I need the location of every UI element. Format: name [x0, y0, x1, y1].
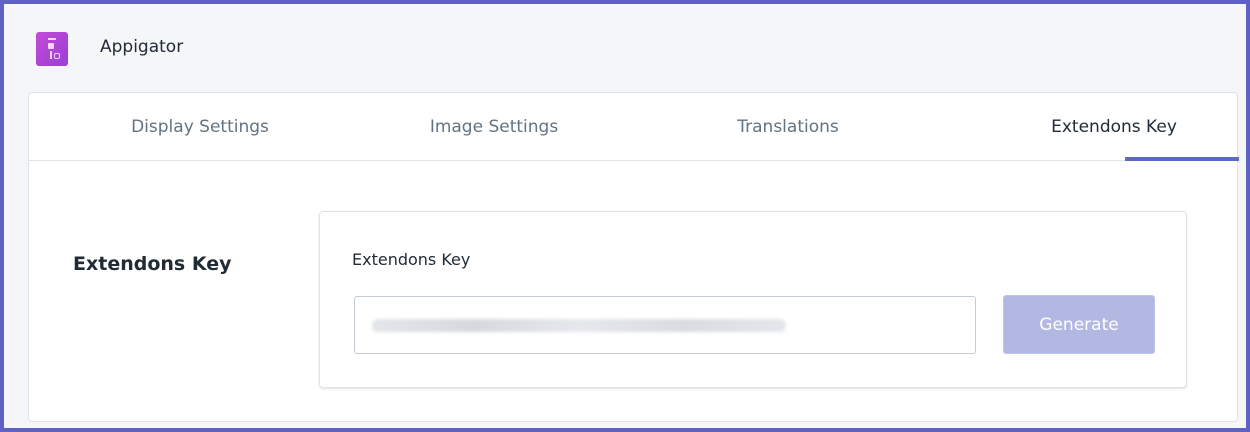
app-header: Appigator: [4, 4, 1246, 92]
obscured-key-value: [372, 319, 786, 332]
settings-card: Display Settings Image Settings Translat…: [28, 92, 1239, 422]
tab-label: Display Settings: [131, 116, 269, 137]
key-form-card: Extendons Key Generate: [319, 211, 1187, 388]
tab-label: Translations: [737, 116, 839, 137]
app-title: Appigator: [100, 37, 184, 57]
generate-button[interactable]: Generate: [1003, 295, 1155, 354]
tab-bar: Display Settings Image Settings Translat…: [29, 93, 1239, 161]
tab-display-settings[interactable]: Display Settings: [105, 93, 295, 160]
app-frame: Appigator Display Settings Image Setting…: [0, 0, 1250, 432]
app-logo-icon: [36, 32, 68, 66]
key-field-label: Extendons Key: [352, 250, 471, 269]
tab-label: Extendons Key: [1051, 116, 1177, 137]
active-tab-indicator: [1125, 157, 1239, 161]
tab-image-settings[interactable]: Image Settings: [399, 93, 589, 160]
section-title: Extendons Key: [73, 253, 232, 275]
tab-extendons-key[interactable]: Extendons Key: [989, 93, 1239, 161]
tab-translations[interactable]: Translations: [693, 93, 883, 160]
tab-label: Image Settings: [429, 116, 559, 137]
